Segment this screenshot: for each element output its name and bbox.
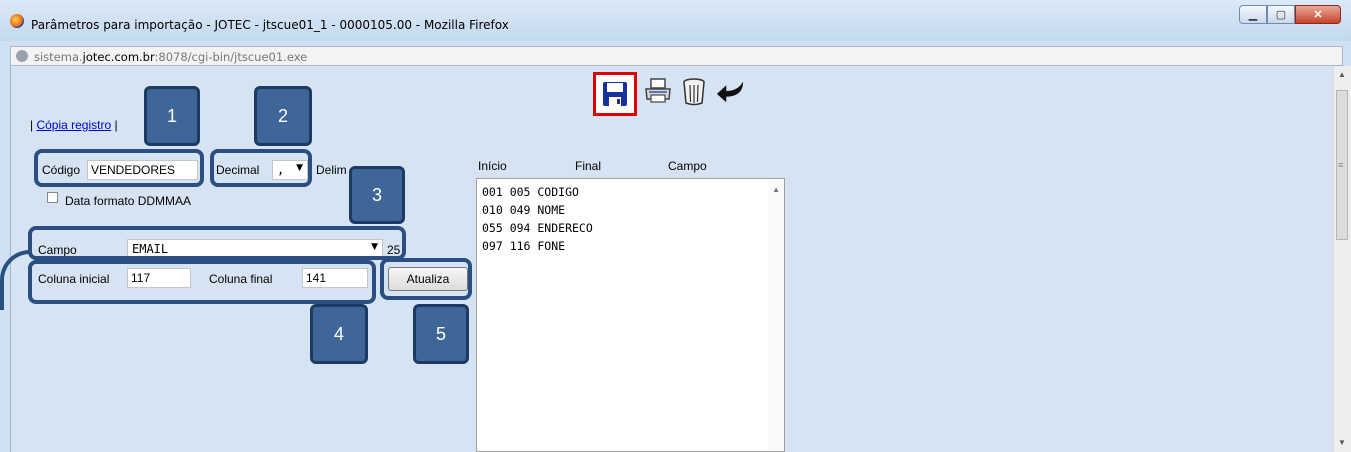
scroll-up-icon[interactable]: ▲ [772, 185, 780, 194]
data-formato-checkbox[interactable] [47, 192, 58, 203]
address-url: sistema.jotec.com.br:8078/cgi-bin/jtscue… [34, 50, 308, 64]
grip-icon: ≡ [1338, 160, 1344, 170]
trash-icon [683, 78, 705, 106]
highlight-codigo [34, 149, 204, 187]
highlight-atualiza [380, 258, 472, 300]
firefox-icon [10, 14, 24, 28]
maximize-button[interactable]: ▢ [1267, 5, 1295, 24]
listbox-scrollbar[interactable]: ▲ [768, 179, 784, 451]
minimize-button[interactable]: ▁ [1239, 5, 1267, 24]
globe-icon [16, 50, 28, 62]
list-header-final: Final [575, 159, 602, 173]
window-title: Parâmetros para importação - JOTEC - jts… [31, 18, 509, 32]
highlight-colunas [28, 260, 376, 304]
print-icon [645, 78, 671, 103]
scroll-down-icon[interactable]: ▼ [1338, 438, 1346, 447]
back-button[interactable] [715, 76, 745, 106]
delete-button[interactable] [679, 76, 709, 106]
callout-badge-5: 5 [413, 304, 469, 364]
list-item[interactable]: 055 094 ENDERECO [477, 219, 784, 237]
data-formato-label: Data formato DDMMAA [65, 194, 192, 208]
callout-connector [0, 250, 30, 310]
callout-badge-3: 3 [349, 166, 405, 224]
back-arrow-icon [716, 81, 744, 103]
list-item[interactable]: 001 005 CODIGO [477, 183, 784, 201]
highlight-campo [28, 226, 406, 260]
save-button[interactable] [593, 72, 637, 116]
save-icon [603, 82, 627, 106]
title-bar: Parâmetros para importação - JOTEC - jts… [0, 0, 1351, 41]
callout-badge-2: 2 [254, 86, 312, 146]
list-header-campo: Campo [668, 159, 707, 173]
window-controls: ▁ ▢ ✕ [1239, 5, 1341, 25]
list-item[interactable]: 010 049 NOME [477, 201, 784, 219]
copia-registro-link[interactable]: Cópia registro [36, 118, 111, 132]
print-button[interactable] [643, 76, 673, 106]
toolbar [593, 72, 745, 116]
campos-listbox[interactable]: 001 005 CODIGO 010 049 NOME 055 094 ENDE… [476, 178, 785, 452]
list-item[interactable]: 097 116 FONE [477, 237, 784, 255]
callout-badge-1: 1 [144, 86, 200, 146]
close-button[interactable]: ✕ [1295, 5, 1341, 24]
highlight-decimal [210, 149, 312, 187]
delimitador-label: Delim [316, 163, 347, 177]
browser-window: Parâmetros para importação - JOTEC - jts… [0, 0, 1351, 452]
list-header-inicio: Início [478, 159, 507, 173]
scroll-up-icon[interactable]: ▲ [1338, 70, 1346, 79]
address-bar[interactable]: sistema.jotec.com.br:8078/cgi-bin/jtscue… [10, 46, 1343, 66]
copia-registro-area: | Cópia registro | [30, 118, 118, 132]
page-scrollbar[interactable]: ▲ ≡ ▼ [1333, 66, 1351, 452]
callout-badge-4: 4 [310, 304, 368, 364]
